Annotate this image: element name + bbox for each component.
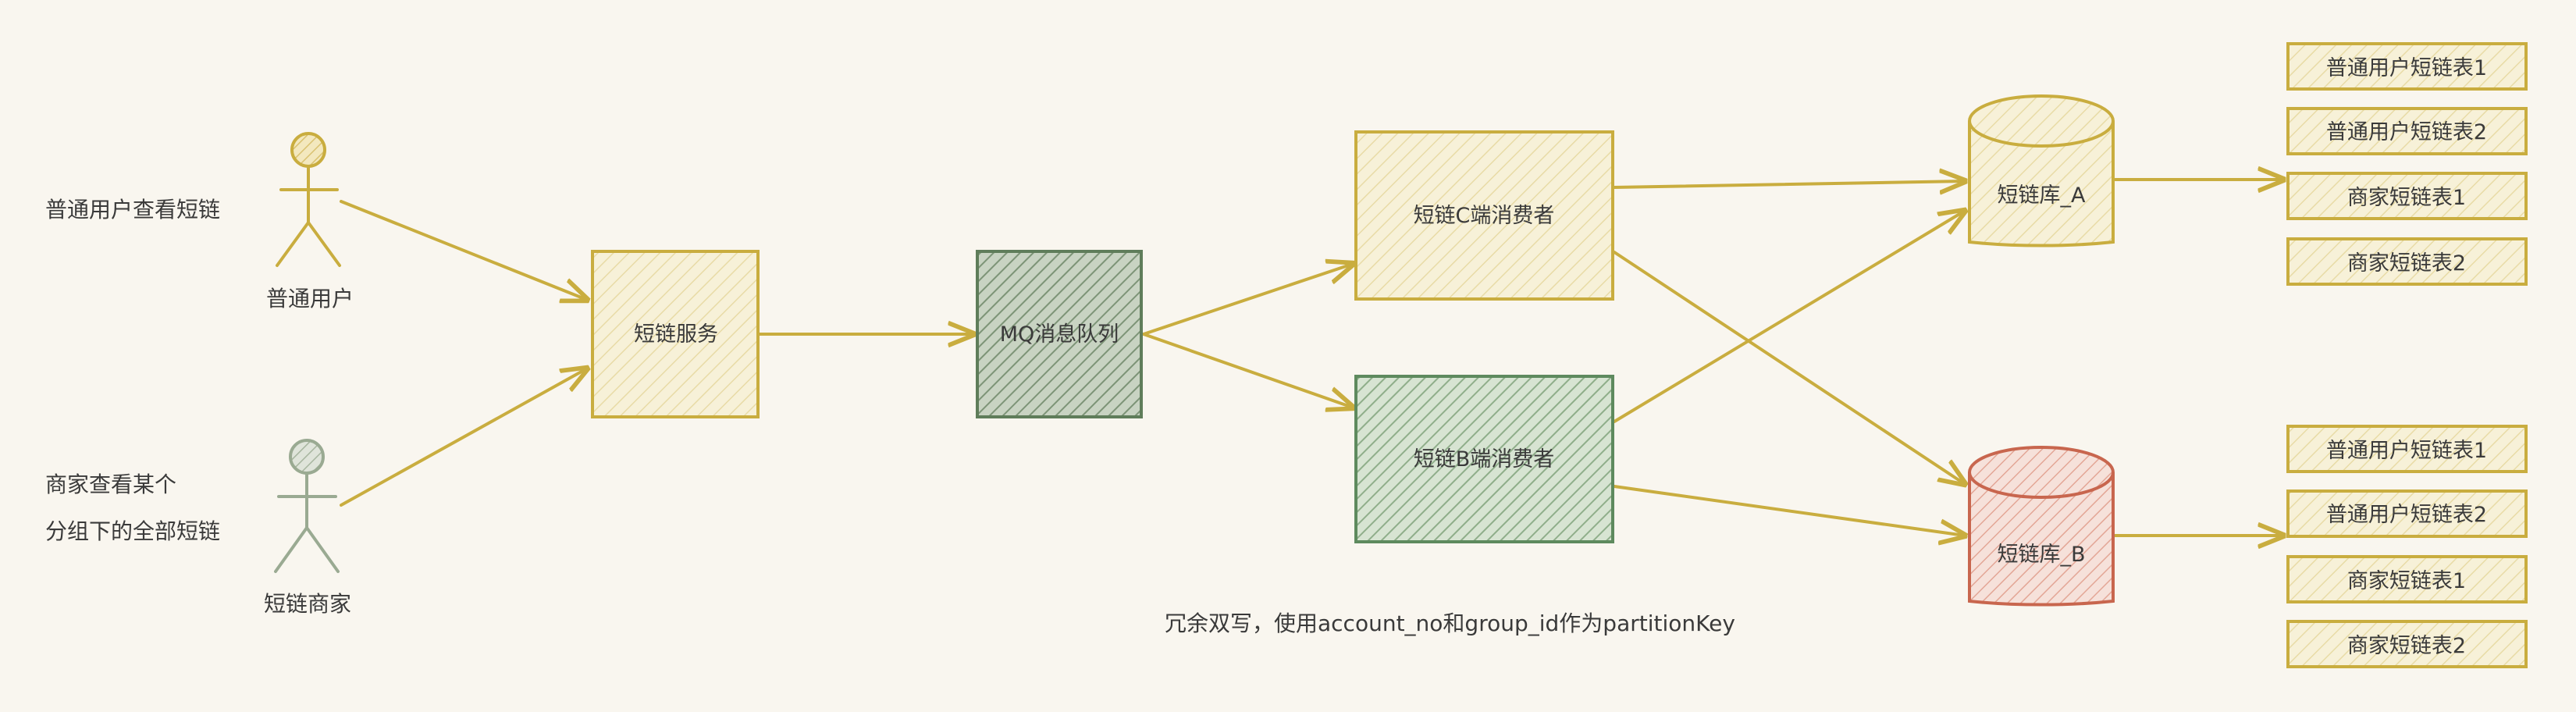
table-a-label: 商家短链表1 — [2347, 186, 2466, 210]
table-a-item: 普通用户短链表2 — [2286, 107, 2528, 155]
table-b-label: 普通用户短链表1 — [2326, 439, 2487, 463]
consumer-b-node: 短链B端消费者 — [1354, 375, 1614, 543]
table-b-item: 商家短链表2 — [2286, 620, 2528, 668]
consumer-b-label: 短链B端消费者 — [1414, 447, 1555, 472]
arrow-mq-to-consumer-c — [1142, 264, 1353, 336]
arrow-mq-to-consumer-b — [1142, 333, 1353, 408]
arrow-consumer-c-to-db-b — [1613, 251, 1965, 484]
person-icon — [276, 132, 341, 267]
actor-user: 普通用户 普通用户查看短链 — [45, 132, 354, 312]
consumer-c-node: 短链C端消费者 — [1354, 130, 1614, 301]
table-b-item: 普通用户短链表2 — [2286, 490, 2528, 538]
db-a-label: 短链库_A — [1998, 183, 2086, 208]
mq-node: MQ消息队列 — [976, 250, 1143, 418]
table-b-label: 商家短链表2 — [2347, 634, 2466, 658]
actor-merchant-label: 短链商家 — [264, 591, 351, 617]
partition-note: 冗余双写，使用account_no和group_id作为partitionKey — [1165, 611, 1735, 636]
table-b-item: 普通用户短链表1 — [2286, 425, 2528, 473]
table-b-label: 普通用户短链表2 — [2326, 503, 2487, 527]
architecture-diagram: 普通用户 普通用户查看短链 短链商家 商家查看某个 分组下的全部短链 短链服务 — [45, 42, 2528, 668]
table-a-label: 商家短链表2 — [2347, 251, 2466, 276]
consumer-c-label: 短链C端消费者 — [1414, 204, 1555, 228]
service-label: 短链服务 — [634, 322, 718, 347]
arrow-consumer-b-to-db-a — [1613, 211, 1965, 423]
db-a-node: 短链库_A — [1968, 94, 2115, 247]
mq-label: MQ消息队列 — [1000, 322, 1119, 347]
arrow-user-to-service — [340, 200, 587, 300]
table-a-label: 普通用户短链表1 — [2326, 56, 2487, 80]
table-b-label: 商家短链表1 — [2347, 569, 2466, 593]
arrow-consumer-b-to-db-b — [1613, 485, 1965, 536]
actor-merchant-description-line2: 分组下的全部短链 — [45, 518, 220, 544]
service-node: 短链服务 — [591, 250, 760, 418]
db-b-node: 短链库_B — [1968, 446, 2115, 607]
table-a-label: 普通用户短链表2 — [2326, 120, 2487, 144]
table-a-item: 商家短链表1 — [2286, 172, 2528, 220]
actor-merchant: 短链商家 商家查看某个 分组下的全部短链 — [45, 439, 351, 617]
actor-merchant-description-line1: 商家查看某个 — [45, 472, 176, 497]
actor-user-description: 普通用户查看短链 — [45, 197, 220, 222]
tables-b: 普通用户短链表1 普通用户短链表2 商家短链表1 商家短链表2 — [2286, 425, 2528, 668]
table-a-item: 商家短链表2 — [2286, 237, 2528, 286]
db-b-label: 短链库_B — [1997, 543, 2085, 567]
tables-a: 普通用户短链表1 普通用户短链表2 商家短链表1 商家短链表2 — [2286, 42, 2528, 286]
table-b-item: 商家短链表1 — [2286, 555, 2528, 603]
table-a-item: 普通用户短链表1 — [2286, 42, 2528, 91]
person-icon — [274, 439, 340, 573]
arrow-merchant-to-service — [340, 368, 587, 507]
arrow-consumer-c-to-db-a — [1613, 181, 1965, 187]
actor-user-label: 普通用户 — [266, 286, 354, 312]
